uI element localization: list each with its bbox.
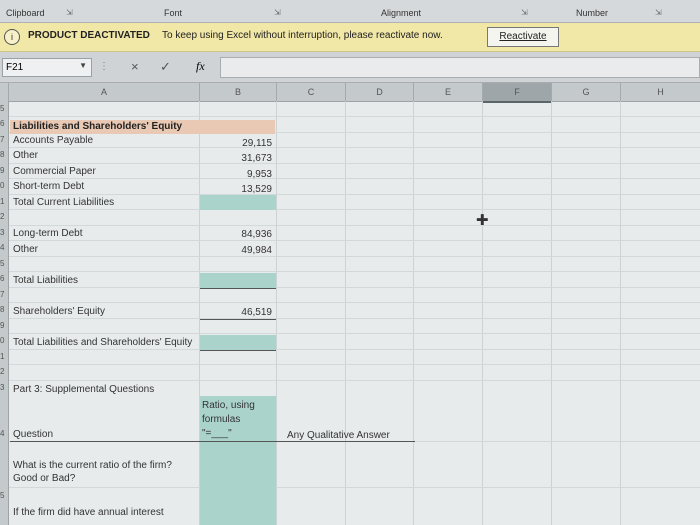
insert-function-icon[interactable]: fx bbox=[196, 59, 205, 74]
total-liabilities-label: Total Liabilities bbox=[13, 275, 79, 286]
font-launcher-icon[interactable]: ⇲ bbox=[274, 8, 281, 17]
total-liabilities-and-equity-label: Total Liabilities and Shareholders' Equi… bbox=[13, 337, 193, 348]
ratio-header-line3: "=___" bbox=[202, 428, 232, 439]
accounts-payable-value: 29,115 bbox=[242, 138, 272, 149]
row-number[interactable]: 5 bbox=[0, 104, 4, 113]
row-number[interactable]: 4 bbox=[0, 243, 4, 252]
column-header-a[interactable]: A bbox=[9, 83, 200, 101]
qualitative-answer-header: Any Qualitative Answer bbox=[287, 430, 390, 441]
accounts-payable-label: Accounts Payable bbox=[13, 135, 94, 146]
commercial-paper-value: 9,953 bbox=[246, 169, 272, 180]
long-term-debt-value: 84,936 bbox=[241, 229, 272, 240]
question-2-line1: If the firm did have annual interest bbox=[13, 507, 164, 518]
row-number[interactable]: 8 bbox=[0, 305, 4, 314]
formula-input[interactable] bbox=[220, 57, 700, 78]
cancel-icon[interactable]: × bbox=[131, 59, 139, 74]
row-number[interactable]: 1 bbox=[0, 197, 4, 206]
row-number[interactable]: 9 bbox=[0, 321, 4, 330]
column-header-c[interactable]: C bbox=[277, 83, 346, 101]
row-number[interactable]: 6 bbox=[0, 119, 4, 128]
banner-message: To keep using Excel without interruption… bbox=[162, 30, 443, 41]
row-number[interactable]: 7 bbox=[0, 290, 4, 299]
short-term-debt-label: Short-term Debt bbox=[13, 181, 85, 192]
row-number[interactable]: 9 bbox=[0, 166, 4, 175]
row-number[interactable]: 0 bbox=[0, 336, 4, 345]
short-term-debt-value: 13,529 bbox=[241, 184, 272, 195]
worksheet-grid[interactable]: A B C D E F G H 5 6 7 8 9 0 1 2 3 4 5 6 … bbox=[0, 83, 700, 525]
column-header-d[interactable]: D bbox=[346, 83, 414, 101]
alignment-launcher-icon[interactable]: ⇲ bbox=[521, 8, 528, 17]
row-number[interactable]: 6 bbox=[0, 274, 4, 283]
cell-cursor-icon: ✚ bbox=[476, 212, 489, 229]
question-header: Question bbox=[13, 429, 54, 440]
info-icon: i bbox=[4, 29, 20, 45]
column-header-f[interactable]: F bbox=[483, 83, 552, 103]
liabilities-heading: Liabilities and Shareholders' Equity bbox=[13, 121, 183, 132]
commercial-paper-label: Commercial Paper bbox=[13, 166, 96, 177]
row-number[interactable]: 0 bbox=[0, 181, 4, 190]
shareholders-equity-value: 46,519 bbox=[241, 307, 272, 318]
row-number[interactable]: 4 bbox=[0, 429, 4, 438]
number-launcher-icon[interactable]: ⇲ bbox=[655, 8, 662, 17]
row-number[interactable]: 5 bbox=[0, 259, 4, 268]
select-all-corner[interactable] bbox=[0, 83, 9, 101]
chevron-down-icon[interactable]: ▼ bbox=[79, 61, 87, 70]
column-header-g[interactable]: G bbox=[552, 83, 621, 101]
ribbon-group-labels: Clipboard ⇲ Font ⇲ Alignment ⇲ Number ⇲ bbox=[0, 0, 700, 23]
total-liabilities-cell-fill bbox=[200, 273, 276, 288]
ribbon-group-clipboard: Clipboard bbox=[6, 8, 45, 18]
part3-heading: Part 3: Supplemental Questions bbox=[13, 384, 155, 395]
other-label: Other bbox=[13, 150, 39, 161]
ratio-header-line1: Ratio, using bbox=[202, 400, 255, 411]
other-2-value: 49,984 bbox=[241, 245, 272, 256]
row-headers: 5 6 7 8 9 0 1 2 3 4 5 6 7 8 9 0 1 2 3 4 … bbox=[0, 101, 9, 525]
row-number[interactable]: 2 bbox=[0, 367, 4, 376]
row-number[interactable]: 3 bbox=[0, 383, 4, 392]
ribbon-group-number: Number bbox=[576, 8, 609, 18]
product-deactivated-banner: i PRODUCT DEACTIVATED To keep using Exce… bbox=[0, 23, 700, 52]
long-term-debt-label: Long-term Debt bbox=[13, 228, 83, 239]
clipboard-launcher-icon[interactable]: ⇲ bbox=[66, 8, 73, 17]
enter-icon[interactable]: ✓ bbox=[160, 59, 171, 75]
shareholders-equity-label: Shareholders' Equity bbox=[13, 306, 105, 317]
name-box[interactable]: F21 ▼ bbox=[2, 58, 92, 77]
grip-dots-icon: ⋮ bbox=[99, 61, 109, 72]
column-header-b[interactable]: B bbox=[200, 83, 277, 101]
ribbon-group-font: Font bbox=[164, 8, 183, 18]
name-box-value: F21 bbox=[6, 62, 24, 73]
column-header-h[interactable]: H bbox=[621, 83, 700, 101]
total-current-liabilities-label: Total Current Liabilities bbox=[13, 197, 115, 208]
row-number[interactable]: 7 bbox=[0, 135, 4, 144]
row-number[interactable]: 2 bbox=[0, 212, 4, 221]
row-number[interactable]: 8 bbox=[0, 150, 4, 159]
row-number[interactable]: 5 bbox=[0, 491, 4, 500]
other-2-label: Other bbox=[13, 244, 39, 255]
column-headers: A B C D E F G H bbox=[0, 83, 700, 103]
formula-bar: F21 ▼ ⋮ × ✓ fx bbox=[0, 52, 700, 83]
ratio-header-line2: formulas bbox=[202, 414, 241, 425]
row-number[interactable]: 1 bbox=[0, 352, 4, 361]
question-1-line2: Good or Bad? bbox=[13, 473, 76, 484]
ribbon-group-alignment: Alignment bbox=[381, 8, 422, 18]
total-current-cell-fill bbox=[200, 195, 276, 210]
column-header-e[interactable]: E bbox=[414, 83, 483, 101]
total-liab-se-cell-fill bbox=[200, 335, 276, 350]
other-value: 31,673 bbox=[241, 153, 272, 164]
row-number[interactable]: 3 bbox=[0, 228, 4, 237]
question-1-line1: What is the current ratio of the firm? bbox=[13, 460, 172, 471]
banner-title: PRODUCT DEACTIVATED bbox=[28, 30, 150, 41]
reactivate-button[interactable]: Reactivate bbox=[487, 27, 559, 47]
